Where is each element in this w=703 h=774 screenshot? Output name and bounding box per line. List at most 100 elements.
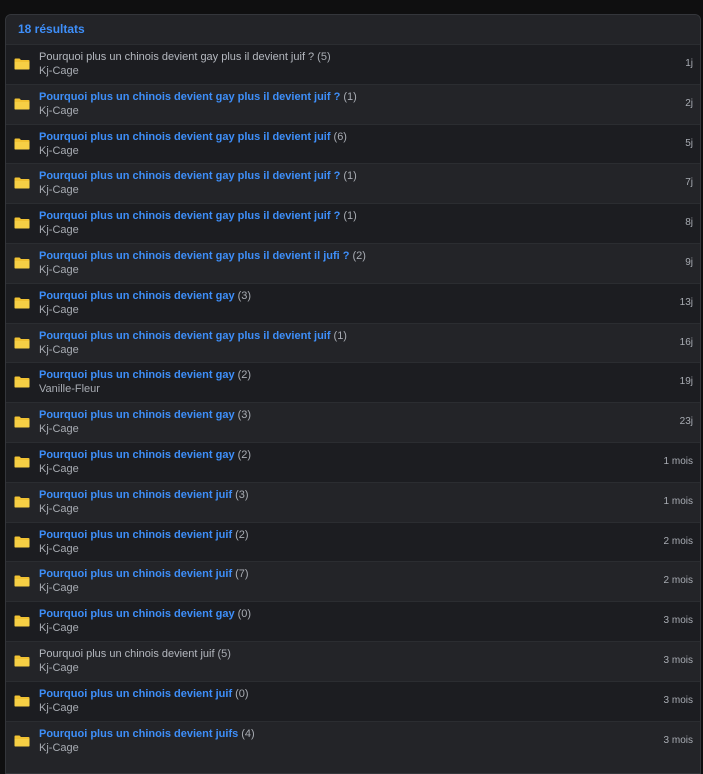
topic-age: 7j (685, 177, 693, 189)
topic-age: 16j (679, 336, 693, 348)
topic-author[interactable]: Kj-Cage (39, 701, 640, 716)
topic-row[interactable]: Pourquoi plus un chinois devient gay plu… (6, 242, 700, 283)
topic-title-link[interactable]: Pourquoi plus un chinois devient gay plu… (39, 131, 331, 143)
topic-title-link[interactable]: Pourquoi plus un chinois devient gay plu… (39, 250, 349, 262)
reply-count: (0) (237, 608, 252, 621)
topic-title-link[interactable]: Pourquoi plus un chinois devient gay (39, 290, 235, 302)
topic-author[interactable]: Kj-Cage (39, 621, 640, 636)
folder-icon (14, 655, 30, 667)
folder-icon (14, 416, 30, 428)
search-results-panel: 18 résultats Pourquoi plus un chinois de… (5, 14, 701, 774)
topic-row[interactable]: Pourquoi plus un chinois devient gay(3) … (6, 402, 700, 442)
folder-icon (14, 337, 30, 349)
topic-title-link[interactable]: Pourquoi plus un chinois devient juif (39, 529, 232, 541)
topic-age: 13j (679, 296, 693, 308)
reply-count: (1) (333, 329, 347, 342)
topic-title-link[interactable]: Pourquoi plus un chinois devient gay plu… (39, 170, 340, 182)
results-count-header: 18 résultats (6, 15, 700, 44)
folder-icon (14, 58, 30, 70)
topic-row[interactable]: Pourquoi plus un chinois devient juif(7)… (6, 561, 700, 602)
topic-age: 1 mois (663, 495, 693, 507)
folder-icon (14, 257, 30, 269)
reply-count: (3) (235, 488, 249, 501)
topic-row[interactable]: Pourquoi plus un chinois devient gay plu… (6, 44, 700, 84)
topic-title-link[interactable]: Pourquoi plus un chinois devient juif (39, 489, 232, 501)
topic-title-link[interactable]: Pourquoi plus un chinois devient gay plu… (39, 210, 340, 222)
topic-row[interactable]: Pourquoi plus un chinois devient gay plu… (6, 163, 700, 204)
topic-row[interactable]: Pourquoi plus un chinois devient juif(5)… (6, 640, 700, 681)
topic-age: 5j (685, 137, 693, 149)
topic-author[interactable]: Kj-Cage (39, 422, 640, 437)
topic-title-link[interactable]: Pourquoi plus un chinois devient gay (39, 409, 235, 421)
topic-title-link[interactable]: Pourquoi plus un chinois devient juif (39, 648, 215, 660)
topic-row[interactable]: Pourquoi plus un chinois devient juifs(4… (6, 720, 700, 761)
topic-age: 3 mois (663, 694, 693, 706)
folder-icon (14, 138, 30, 150)
reply-count: (6) (333, 130, 347, 143)
topic-author[interactable]: Kj-Cage (39, 343, 640, 358)
topic-title-link[interactable]: Pourquoi plus un chinois devient juifs (39, 728, 238, 740)
topic-row[interactable]: Pourquoi plus un chinois devient juif(0)… (6, 680, 700, 721)
topic-author[interactable]: Kj-Cage (39, 144, 640, 159)
folder-icon (14, 695, 30, 707)
topic-row[interactable]: Pourquoi plus un chinois devient gay(0) … (6, 601, 700, 641)
folder-icon (14, 536, 30, 548)
topic-age: 1j (685, 58, 693, 69)
topic-row[interactable]: Pourquoi plus un chinois devient gay(2) … (6, 441, 700, 482)
reply-count: (2) (352, 249, 366, 262)
folder-icon (14, 217, 30, 229)
topic-title-link[interactable]: Pourquoi plus un chinois devient gay plu… (39, 91, 340, 103)
topic-title-link[interactable]: Pourquoi plus un chinois devient gay (39, 369, 235, 381)
topic-row[interactable]: Pourquoi plus un chinois devient gay(3) … (6, 282, 700, 323)
topic-author[interactable]: Kj-Cage (39, 741, 640, 756)
topic-title-link[interactable]: Pourquoi plus un chinois devient gay plu… (39, 330, 331, 342)
folder-icon (14, 735, 30, 747)
topic-age: 3 mois (663, 654, 693, 666)
topic-age: 2j (685, 97, 693, 109)
topic-author[interactable]: Vanille-Fleur (39, 382, 640, 397)
topic-author[interactable]: Kj-Cage (39, 303, 640, 318)
folder-icon (14, 297, 30, 309)
folder-icon (14, 376, 30, 388)
reply-count: (0) (235, 687, 249, 700)
topic-row[interactable]: Pourquoi plus un chinois devient gay(2) … (6, 362, 700, 403)
topic-title-link[interactable]: Pourquoi plus un chinois devient juif (39, 688, 232, 700)
topic-age: 2 mois (663, 535, 693, 547)
topic-age: 8j (685, 217, 693, 229)
topic-author[interactable]: Kj-Cage (39, 502, 640, 517)
topic-row[interactable]: Pourquoi plus un chinois devient gay plu… (6, 203, 700, 243)
reply-count: (2) (235, 528, 249, 541)
folder-icon (14, 98, 30, 110)
topic-age: 19j (679, 376, 693, 388)
reply-count: (1) (343, 170, 357, 183)
reply-count: (5) (217, 647, 231, 660)
reply-count: (1) (343, 210, 357, 223)
topic-author[interactable]: Kj-Cage (39, 263, 640, 278)
topic-row[interactable]: Pourquoi plus un chinois devient gay plu… (6, 322, 700, 363)
folder-icon (14, 177, 30, 189)
topic-author[interactable]: Kj-Cage (39, 104, 640, 119)
reply-count: (7) (235, 568, 249, 581)
topic-author[interactable]: Kj-Cage (39, 223, 640, 238)
reply-count: (3) (237, 289, 252, 302)
topic-title-link[interactable]: Pourquoi plus un chinois devient gay (39, 449, 235, 461)
topic-row[interactable]: Pourquoi plus un chinois devient gay plu… (6, 123, 700, 164)
topic-author[interactable]: Kj-Cage (39, 462, 640, 477)
topic-title-link[interactable]: Pourquoi plus un chinois devient juif (39, 568, 232, 580)
topic-row[interactable]: Pourquoi plus un chinois devient gay plu… (6, 83, 700, 124)
folder-icon (14, 615, 30, 627)
reply-count: (2) (237, 369, 252, 382)
topic-list: Pourquoi plus un chinois devient gay plu… (6, 44, 700, 761)
topic-row[interactable]: Pourquoi plus un chinois devient juif(2)… (6, 521, 700, 562)
topic-author[interactable]: Kj-Cage (39, 64, 640, 79)
topic-title-link[interactable]: Pourquoi plus un chinois devient gay (39, 608, 235, 620)
topic-title-link[interactable]: Pourquoi plus un chinois devient gay plu… (39, 51, 314, 63)
topic-author[interactable]: Kj-Cage (39, 661, 640, 676)
topic-author[interactable]: Kj-Cage (39, 581, 640, 596)
topic-row[interactable]: Pourquoi plus un chinois devient juif(3)… (6, 481, 700, 522)
topic-age: 2 mois (663, 575, 693, 587)
reply-count: (5) (317, 51, 331, 63)
topic-author[interactable]: Kj-Cage (39, 183, 640, 198)
topic-age: 3 mois (663, 615, 693, 627)
topic-author[interactable]: Kj-Cage (39, 542, 640, 557)
